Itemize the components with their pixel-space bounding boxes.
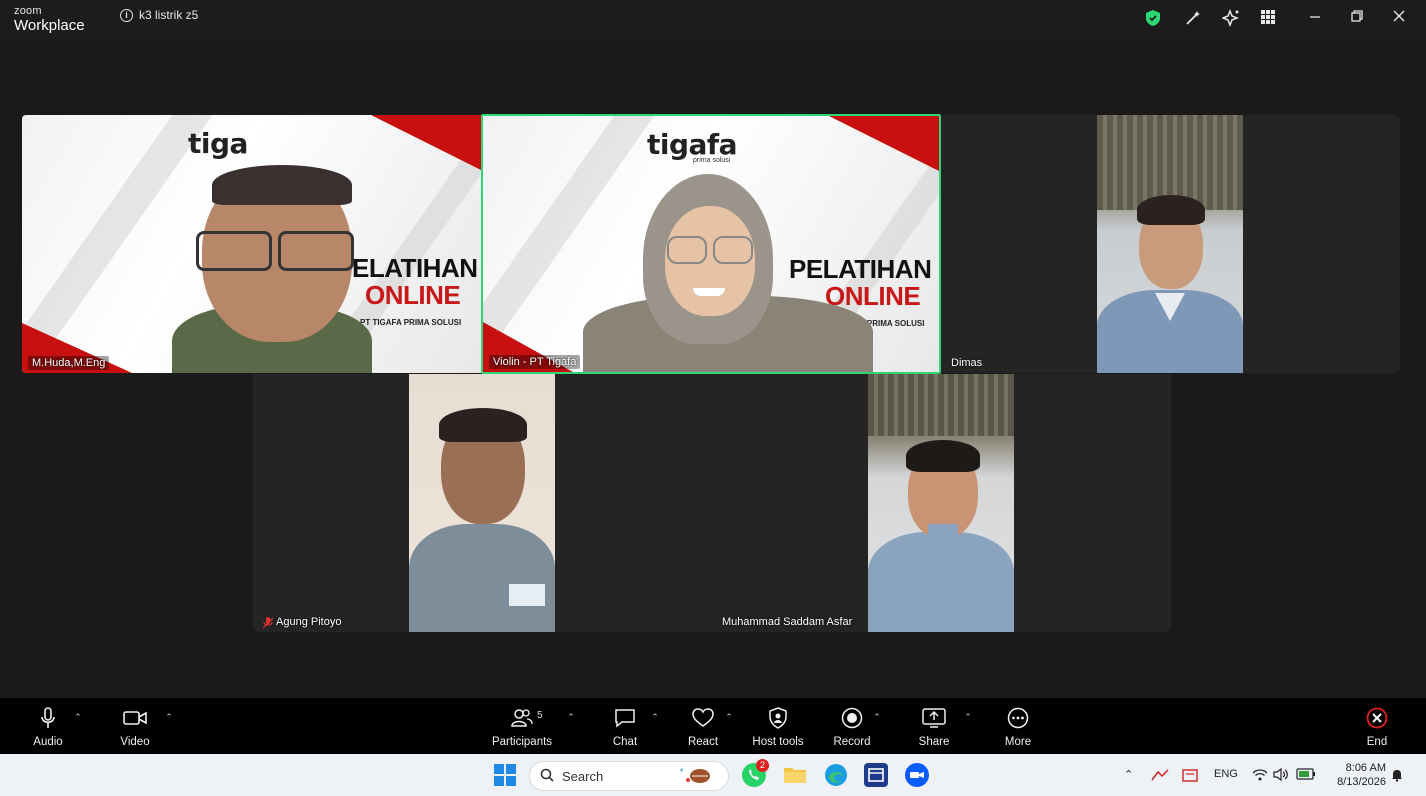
more-dots-icon: [1002, 706, 1034, 730]
banner-line-1: PELATIHAN: [789, 254, 932, 284]
heart-icon: [686, 706, 720, 730]
minimize-icon[interactable]: [1306, 9, 1324, 27]
video-camera-icon: [116, 706, 154, 730]
edge-browser-icon[interactable]: [824, 763, 848, 787]
video-tile-violin[interactable]: tigafa prima solusi PELATIHAN ONLINE AFA…: [481, 114, 941, 374]
meeting-title: k3 listrik z5: [139, 8, 199, 22]
zoom-app-icon[interactable]: [905, 763, 929, 787]
microphone-icon: [30, 706, 66, 730]
whatsapp-badge: 2: [756, 759, 769, 772]
share-options-chevron-icon[interactable]: ⌃: [963, 712, 973, 722]
battery-icon[interactable]: [1296, 768, 1316, 783]
logo-line-2: Workplace: [14, 17, 85, 34]
brand-logo: tiga: [188, 127, 248, 160]
chat-label: Chat: [612, 736, 638, 748]
apps-grid-icon[interactable]: [1259, 9, 1277, 27]
participants-label: Participants: [491, 736, 553, 748]
wifi-icon[interactable]: [1252, 768, 1268, 784]
participant-video-agung: [409, 374, 555, 632]
close-icon[interactable]: [1390, 9, 1408, 27]
language-indicator[interactable]: ENG: [1214, 768, 1238, 780]
taskbar-search-input[interactable]: Search: [529, 761, 729, 791]
participant-name-tag: Agung Pitoyo: [259, 615, 345, 629]
participant-name-tag: Violin - PT Tigafa: [489, 355, 581, 369]
volume-icon[interactable]: [1273, 767, 1289, 784]
banner-company: PT TIGAFA PRIMA SOLUSI: [360, 318, 462, 327]
search-icon: [540, 768, 554, 785]
video-button[interactable]: Video: [116, 706, 154, 748]
info-icon[interactable]: i: [120, 8, 133, 22]
system-clock[interactable]: 8:06 AM 8/13/2026: [1337, 761, 1386, 789]
tray-overflow-chevron-icon[interactable]: ⌃: [1124, 768, 1133, 781]
video-tile-huda[interactable]: tiga ELATIHAN ONLINE PT TIGAFA PRIMA SOL…: [22, 115, 481, 373]
banner-line-2: ONLINE: [825, 281, 921, 311]
windows-start-icon[interactable]: [493, 763, 517, 787]
end-meeting-button[interactable]: End: [1362, 706, 1392, 748]
react-label: React: [687, 736, 719, 748]
meeting-toolbar: Audio ⌃ Video ⌃ Participants 5 ⌃ Chat ⌃ …: [0, 698, 1426, 754]
meeting-info[interactable]: i k3 listrik z5: [120, 8, 198, 22]
audio-button[interactable]: Audio: [30, 706, 66, 748]
app-icon-blue[interactable]: [864, 763, 888, 787]
search-highlight-icon: [676, 764, 716, 789]
participant-name-tag: Muhammad Saddam Asfar: [722, 616, 853, 628]
chat-bubble-icon: [608, 706, 642, 730]
restore-icon[interactable]: [1348, 9, 1366, 27]
record-icon: [832, 706, 872, 730]
end-x-icon: [1362, 706, 1392, 730]
participants-options-chevron-icon[interactable]: ⌃: [566, 712, 576, 722]
audio-options-chevron-icon[interactable]: ⌃: [73, 712, 83, 722]
record-button[interactable]: Record: [832, 706, 872, 748]
title-bar: zoom Workplace i k3 listrik z5: [0, 0, 1426, 38]
video-gallery: tiga ELATIHAN ONLINE PT TIGAFA PRIMA SOL…: [0, 38, 1426, 698]
video-options-chevron-icon[interactable]: ⌃: [164, 712, 174, 722]
brand-subtitle: prima solusi: [693, 157, 731, 164]
video-tile-dimas[interactable]: Dimas: [941, 115, 1400, 373]
tray-app-icon[interactable]: [1182, 768, 1198, 785]
clock-time: 8:06 AM: [1345, 762, 1386, 774]
share-label: Share: [918, 736, 950, 748]
ai-companion-icon[interactable]: [1220, 8, 1240, 28]
more-label: More: [1004, 736, 1032, 748]
zoom-workplace-logo: zoom Workplace: [14, 5, 85, 34]
participants-count: 5: [537, 710, 543, 721]
participants-button[interactable]: Participants: [490, 706, 554, 748]
chat-options-chevron-icon[interactable]: ⌃: [650, 712, 660, 722]
network-activity-icon[interactable]: [1150, 768, 1170, 785]
chat-button[interactable]: Chat: [608, 706, 642, 748]
muted-mic-icon: [262, 616, 274, 628]
end-label: End: [1366, 736, 1388, 748]
security-shield-icon[interactable]: [1144, 9, 1162, 27]
participant-video-dimas: [1097, 115, 1243, 373]
logo-line-1: zoom: [14, 5, 42, 17]
record-label: Record: [833, 736, 871, 748]
banner-line-2: ONLINE: [365, 280, 461, 310]
host-tools-button[interactable]: Host tools: [750, 706, 806, 748]
react-button[interactable]: React: [686, 706, 720, 748]
notifications-bell-icon[interactable]: [1390, 768, 1404, 785]
participants-icon: [490, 706, 554, 730]
file-explorer-icon[interactable]: [783, 763, 807, 787]
clock-date: 8/13/2026: [1337, 776, 1386, 788]
search-placeholder: Search: [562, 768, 604, 784]
share-screen-icon: [916, 706, 952, 730]
more-button[interactable]: More: [1002, 706, 1034, 748]
participant-video-saddam: [868, 374, 1014, 632]
participant-name-tag: Dimas: [951, 357, 983, 369]
magic-wand-icon[interactable]: [1184, 9, 1202, 27]
react-options-chevron-icon[interactable]: ⌃: [724, 712, 734, 722]
video-label: Video: [120, 736, 150, 748]
record-options-chevron-icon[interactable]: ⌃: [872, 712, 882, 722]
video-tile-saddam[interactable]: Muhammad Saddam Asfar: [712, 374, 1171, 632]
share-button[interactable]: Share: [916, 706, 952, 748]
windows-taskbar: Search 2 ⌃ ENG 8:06 AM 8/13/2026: [0, 754, 1426, 796]
banner-line-1: ELATIHAN: [352, 253, 478, 283]
video-tile-agung[interactable]: Agung Pitoyo: [253, 374, 712, 632]
host-tools-label: Host tools: [752, 736, 804, 748]
audio-label: Audio: [33, 736, 63, 748]
participant-name-tag: M.Huda,M.Eng: [28, 356, 110, 370]
shield-icon: [750, 706, 806, 730]
